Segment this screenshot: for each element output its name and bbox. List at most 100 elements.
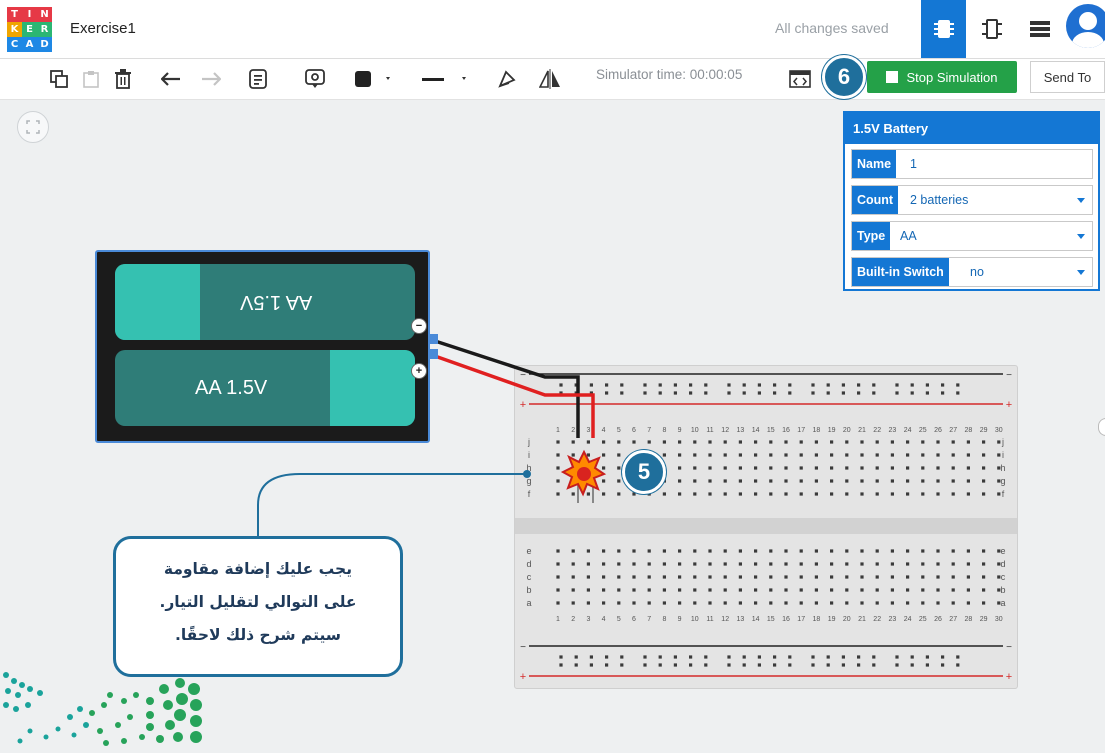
count-select[interactable]: Count 2 batteries [851, 185, 1093, 215]
copy-button[interactable] [44, 65, 74, 93]
column-number: 29 [980, 616, 988, 623]
breadboard-hole [982, 588, 986, 592]
notes-icon [249, 69, 267, 89]
side-panel-toggle[interactable] [1098, 418, 1105, 436]
breadboard-hole [956, 383, 960, 387]
name-value[interactable]: 1 [910, 150, 917, 178]
breadboard-hole [966, 440, 970, 444]
column-number: 11 [706, 427, 713, 434]
breadboard-hole [605, 655, 609, 659]
breadboard-hole [727, 655, 731, 659]
code-button[interactable] [786, 65, 814, 93]
breadboard-hole [559, 391, 563, 395]
breadboard-hole [589, 663, 593, 667]
callout-line-1: يجب عليك إضافة مقاومة [163, 560, 353, 578]
breadboard-hole [662, 440, 666, 444]
breadboard-hole [906, 479, 910, 483]
column-number: 5 [617, 427, 621, 434]
zoom-to-fit-button[interactable] [17, 111, 49, 143]
breadboard-hole [556, 440, 560, 444]
breadboard-hole [956, 391, 960, 395]
breadboard-hole [662, 492, 666, 496]
type-select[interactable]: Type AA [851, 221, 1093, 251]
column-number: 26 [934, 427, 942, 434]
component-list-button[interactable] [1017, 0, 1062, 58]
line-style-dropdown[interactable] [418, 65, 472, 93]
breadboard-hole [826, 663, 830, 667]
row-label: f [528, 489, 531, 499]
project-title[interactable]: Exercise1 [70, 20, 136, 37]
row-label: j [1001, 437, 1004, 447]
notes-button[interactable] [243, 65, 273, 93]
circuit-view-button[interactable] [921, 0, 966, 58]
builtin-switch-select[interactable]: Built-in Switch no [851, 257, 1093, 287]
step-badge-6: 6 [822, 55, 866, 99]
breadboard-hole [890, 575, 894, 579]
battery-cell-top: AA 1.5V [115, 264, 415, 340]
fill-color-dropdown[interactable] [350, 65, 400, 93]
breadboard-hole [951, 588, 955, 592]
breadboard-hole [906, 549, 910, 553]
breadboard-hole [586, 549, 590, 553]
breadboard-hole [860, 601, 864, 605]
breadboard-hole [860, 575, 864, 579]
battery-label-bottom: AA 1.5V [195, 377, 268, 399]
breadboard-hole [617, 562, 621, 566]
breadboard-hole [826, 655, 830, 659]
breadboard-hole [647, 601, 651, 605]
column-number: 21 [858, 616, 866, 623]
negative-terminal[interactable]: − [411, 318, 427, 334]
breadboard-hole [872, 663, 876, 667]
user-avatar[interactable] [1066, 4, 1105, 48]
breadboard-hole [921, 588, 925, 592]
undo-button[interactable] [156, 65, 186, 93]
count-value[interactable]: 2 batteries [910, 186, 968, 214]
rail-minus-label: − [1006, 642, 1012, 653]
schematic-view-button[interactable] [969, 0, 1014, 58]
breadboard-hole [997, 562, 1001, 566]
column-number: 25 [919, 427, 927, 434]
breadboard-hole [602, 440, 606, 444]
breadboard-hole [890, 492, 894, 496]
breadboard-hole [788, 663, 792, 667]
breadboard-hole [860, 440, 864, 444]
schematic-view-icon [981, 19, 1002, 39]
send-to-button[interactable]: Send To [1030, 61, 1105, 93]
name-field[interactable]: Name 1 [851, 149, 1093, 179]
stop-simulation-button[interactable]: Stop Simulation [867, 61, 1017, 93]
redo-button[interactable] [196, 65, 226, 93]
column-number: 9 [678, 616, 682, 623]
column-number: 20 [843, 616, 851, 623]
type-value[interactable]: AA [900, 222, 917, 250]
breadboard-hole [693, 479, 697, 483]
column-number: 2 [571, 616, 575, 623]
breadboard[interactable]: − − + + − − + +1 1 2 2 3 3 4 4 5 5 6 6 7 7 8 8 9 9 10 10 11 11 12 12 13… [514, 365, 1018, 689]
annotation-button[interactable] [300, 65, 330, 93]
breadboard-hole [841, 391, 845, 395]
breadboard-hole [617, 588, 621, 592]
breadboard-hole [799, 466, 803, 470]
breadboard-hole [799, 575, 803, 579]
tinkercad-logo[interactable]: TINKERCAD [7, 7, 52, 52]
positive-terminal[interactable]: + [411, 363, 427, 379]
breadboard-hole [936, 479, 940, 483]
battery-component[interactable]: AA 1.5V AA 1.5V − + [95, 250, 430, 443]
breadboard-hole [678, 588, 682, 592]
builtin-switch-value[interactable]: no [970, 258, 984, 286]
breadboard-hole [906, 588, 910, 592]
column-number: 7 [647, 427, 651, 434]
flip-button[interactable] [535, 65, 565, 93]
breadboard-hole [890, 549, 894, 553]
paste-button[interactable] [76, 65, 106, 93]
breadboard-hole [556, 601, 560, 605]
breadboard-hole [602, 549, 606, 553]
breadboard-hole [814, 466, 818, 470]
delete-button[interactable] [108, 65, 138, 93]
breadboard-hole [921, 440, 925, 444]
breadboard-hole [632, 549, 636, 553]
breadboard-hole [769, 575, 773, 579]
rotate-button[interactable] [492, 65, 522, 93]
breadboard-hole [921, 492, 925, 496]
logo-letter: A [22, 37, 37, 52]
battery-cap [115, 264, 200, 340]
